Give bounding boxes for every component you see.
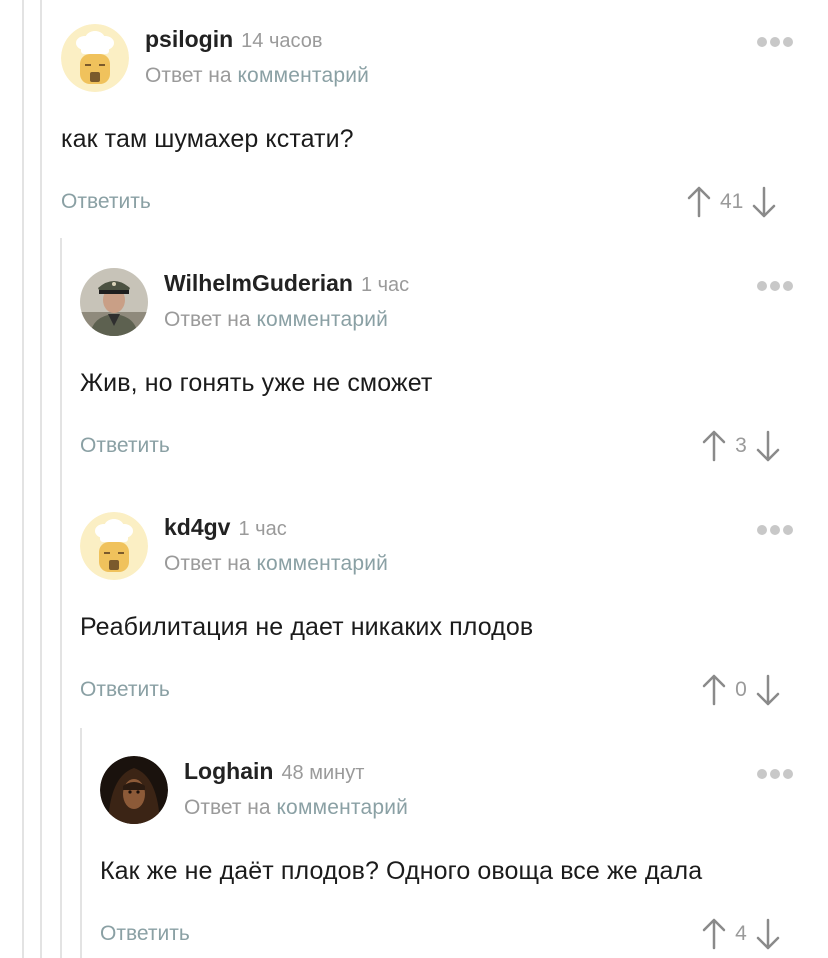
more-options-icon[interactable] xyxy=(757,278,797,292)
downvote-arrow-icon[interactable] xyxy=(755,917,781,951)
upvote-arrow-icon[interactable] xyxy=(701,673,727,707)
vote-count: 41 xyxy=(720,190,744,213)
comment-time: 48 минут xyxy=(281,762,365,784)
comment-time: 1 час xyxy=(360,274,410,296)
downvote-arrow-icon[interactable] xyxy=(751,185,777,219)
comment-author[interactable]: kd4gv 1 час xyxy=(164,514,287,541)
thread-line xyxy=(40,0,42,958)
comment-author[interactable]: Loghain 48 минут xyxy=(184,758,364,785)
upvote-arrow-icon[interactable] xyxy=(686,185,712,219)
upvote-arrow-icon[interactable] xyxy=(701,429,727,463)
comment: Loghain 48 минут Ответ на комментарий Как… xyxy=(100,756,801,956)
chef-avatar-icon[interactable] xyxy=(80,512,148,580)
reply-button[interactable]: Ответить xyxy=(61,190,151,214)
reply-to-link[interactable]: комментарий xyxy=(256,308,388,331)
comment: kd4gv 1 час Ответ на комментарий Реабилит… xyxy=(80,512,801,712)
comment-author[interactable]: WilhelmGuderian 1 час xyxy=(164,270,409,297)
chef-avatar-icon[interactable] xyxy=(61,24,129,92)
comment-author[interactable]: psilogin 14 часов xyxy=(145,26,323,53)
comment: WilhelmGuderian 1 час Ответ на комментари… xyxy=(80,268,801,468)
downvote-arrow-icon[interactable] xyxy=(755,429,781,463)
vote-controls: 3 xyxy=(701,428,781,464)
comment-time: 1 час xyxy=(238,518,287,540)
comment-text: Как же не даёт плодов? Одного овоща все … xyxy=(100,857,703,885)
officer-photo-avatar[interactable] xyxy=(80,268,148,336)
vote-controls: 0 xyxy=(701,672,781,708)
reply-to-line: Ответ на комментарий xyxy=(184,796,409,819)
thread-line xyxy=(60,238,62,958)
comment: psilogin 14 часов Ответ на комментарий ка… xyxy=(61,24,801,224)
more-options-icon[interactable] xyxy=(757,522,797,536)
reply-to-link[interactable]: комментарий xyxy=(276,796,408,819)
reply-button[interactable]: Ответить xyxy=(100,922,190,946)
vote-controls: 41 xyxy=(686,184,777,220)
comment-text: как там шумахер кстати? xyxy=(61,125,354,153)
reply-button[interactable]: Ответить xyxy=(80,434,170,458)
comment-text: Реабилитация не дает никаких плодов xyxy=(80,613,534,641)
vote-count: 0 xyxy=(735,678,747,701)
thread-line xyxy=(22,0,24,958)
vote-count: 3 xyxy=(735,434,747,457)
vote-count: 4 xyxy=(735,922,747,945)
more-options-icon[interactable] xyxy=(757,766,797,780)
vote-controls: 4 xyxy=(701,916,781,952)
downvote-arrow-icon[interactable] xyxy=(755,673,781,707)
comment-text: Жив, но гонять уже не сможет xyxy=(80,369,433,397)
reply-to-link[interactable]: комментарий xyxy=(256,552,388,575)
upvote-arrow-icon[interactable] xyxy=(701,917,727,951)
more-options-icon[interactable] xyxy=(757,34,797,48)
reply-to-link[interactable]: комментарий xyxy=(237,64,369,87)
hooded-figure-avatar[interactable] xyxy=(100,756,168,824)
comment-time: 14 часов xyxy=(241,30,323,52)
thread-line xyxy=(80,728,82,958)
reply-to-line: Ответ на комментарий xyxy=(164,552,389,575)
reply-to-line: Ответ на комментарий xyxy=(145,64,370,87)
reply-button[interactable]: Ответить xyxy=(80,678,170,702)
reply-to-line: Ответ на комментарий xyxy=(164,308,389,331)
